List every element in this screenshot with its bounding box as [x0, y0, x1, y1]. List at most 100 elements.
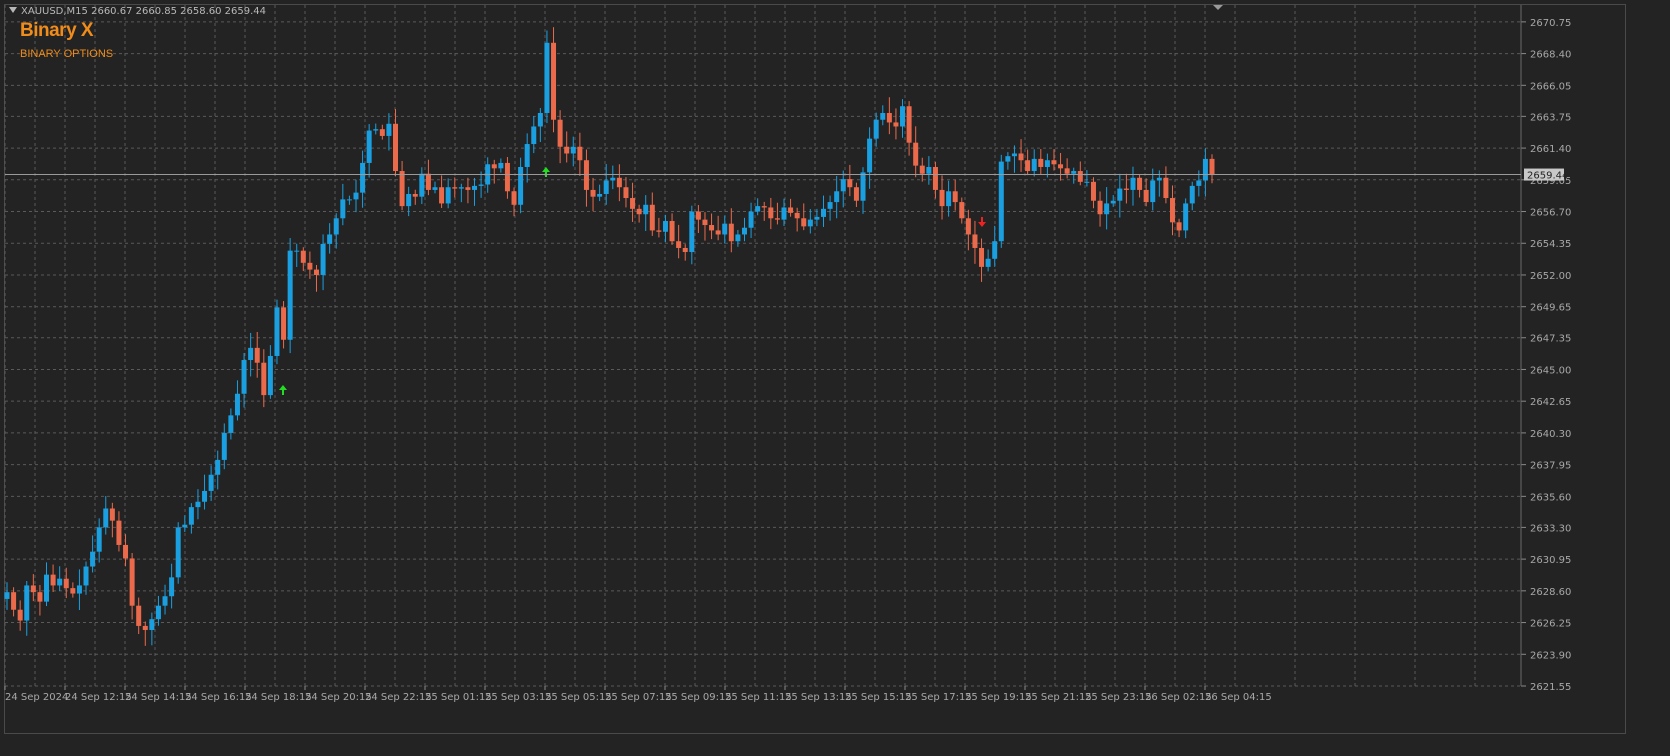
y-tick-label: 2635.60: [1530, 492, 1571, 503]
candle-bull: [946, 191, 952, 207]
candle-bear: [1209, 158, 1215, 176]
candle-bull: [1071, 171, 1077, 174]
y-tick-label: 2661.40: [1530, 144, 1571, 155]
y-tick-label: 2654.35: [1530, 239, 1571, 250]
x-tick-label: 24 Sep 16:15: [185, 692, 252, 703]
candle-bear: [412, 193, 418, 197]
chart-window[interactable]: 2670.75 2668.40 2666.05 2663.75 2661.40 2659.…: [0, 0, 1670, 756]
candle-bear: [281, 307, 287, 340]
y-tick-label: 2649.65: [1530, 303, 1571, 314]
candle-bear: [557, 119, 563, 147]
candle-bull: [1189, 185, 1195, 204]
candle-bear: [979, 247, 985, 267]
candle-bull: [827, 202, 833, 209]
candle-bull: [518, 166, 524, 205]
candle-bull: [353, 192, 359, 200]
candle-bull: [360, 162, 366, 193]
candle-bull: [96, 527, 102, 552]
candle-bear: [254, 347, 260, 363]
candle-bear: [1143, 189, 1149, 203]
candle-bull: [195, 501, 201, 508]
candle-bull: [248, 347, 254, 361]
candle-bear: [952, 191, 958, 203]
candle-bull: [155, 605, 161, 620]
candle-bear: [774, 218, 780, 220]
candle-bull: [175, 527, 181, 578]
candle-bull: [1044, 160, 1050, 167]
candle-bear: [959, 202, 965, 219]
candle-bear: [801, 218, 807, 227]
candle-bear: [261, 362, 267, 396]
x-tick-label: 25 Sep 13:15: [785, 692, 852, 703]
candle-bull: [1117, 188, 1123, 201]
candle-bear: [564, 146, 570, 154]
candle-bull: [1156, 177, 1162, 181]
candle-bull: [346, 199, 352, 201]
candle-bear: [465, 187, 471, 190]
x-tick-label: 25 Sep 11:15: [725, 692, 792, 703]
candle-bear: [30, 585, 36, 593]
candlestick-chart[interactable]: 2670.75 2668.40 2666.05 2663.75 2661.40 2659.…: [0, 0, 1670, 756]
candle-bull: [873, 119, 879, 139]
candle-bull: [366, 130, 372, 163]
candle-bull: [472, 185, 478, 190]
candle-bear: [142, 625, 148, 630]
candle-bull: [821, 208, 827, 217]
candle-bear: [1123, 188, 1129, 190]
candle-bear: [1038, 158, 1044, 167]
candle-bull: [531, 126, 537, 145]
candle-bear: [577, 146, 583, 161]
candle-bear: [972, 234, 978, 248]
x-tick-label: 24 Sep 12:15: [65, 692, 132, 703]
candle-bear: [11, 592, 17, 610]
candle-bull: [327, 234, 333, 244]
candle-bear: [1097, 200, 1103, 215]
candle-bull: [57, 578, 63, 586]
x-tick-label: 25 Sep 15:15: [845, 692, 912, 703]
grid-lines: [4, 5, 1520, 687]
candle-bear: [37, 592, 43, 602]
candle-bear: [425, 173, 431, 190]
candle-bull: [689, 211, 695, 253]
candle-bull: [24, 585, 30, 621]
candle-bull: [524, 144, 530, 167]
bid-price-label: 2659.44: [1527, 171, 1568, 182]
collapse-triangle-icon[interactable]: [9, 7, 17, 13]
candle-bull: [1011, 153, 1017, 157]
candle-bear: [913, 142, 919, 166]
candle-bull: [643, 204, 649, 215]
symbol-info-text: XAUUSD,M15 2660.67 2660.85 2658.60 2659.…: [21, 6, 267, 17]
candle-bull: [333, 218, 339, 235]
x-tick-label: 25 Sep 05:15: [545, 692, 612, 703]
candle-bear: [728, 223, 734, 242]
candle-bear: [768, 207, 774, 219]
candle-bear: [893, 122, 899, 127]
candle-bear: [307, 262, 313, 270]
candle-bull: [498, 162, 504, 169]
brand-subtitle: BINARY OPTIONS: [20, 48, 114, 60]
x-tick-label: 24 Sep 20:15: [305, 692, 372, 703]
candle-bull: [162, 596, 168, 606]
candle-bull: [1202, 158, 1208, 181]
candle-bull: [90, 551, 96, 567]
candle-bull: [610, 177, 616, 181]
candle-bull: [287, 250, 293, 340]
x-tick-label: 25 Sep 23:15: [1085, 692, 1152, 703]
candle-bull: [597, 193, 603, 197]
candle-bear: [715, 230, 721, 235]
y-tick-label: 2642.65: [1530, 397, 1571, 408]
x-tick-label: 25 Sep 09:15: [665, 692, 732, 703]
candle-bear: [1025, 160, 1031, 172]
candle-bear: [649, 204, 655, 231]
candle-bear: [123, 544, 129, 559]
candle-bull: [294, 250, 300, 252]
y-tick-label: 2656.70: [1530, 208, 1571, 219]
y-tick-label: 2668.40: [1530, 50, 1571, 61]
x-tick-label: 24 Sep 14:15: [125, 692, 192, 703]
candle-bull: [188, 507, 194, 525]
x-tick-label: 24 Sep 22:15: [365, 692, 432, 703]
candle-bear: [116, 520, 122, 545]
y-tick-label: 2626.25: [1530, 619, 1571, 630]
candle-bull: [83, 566, 89, 586]
candle-bull: [755, 206, 761, 212]
